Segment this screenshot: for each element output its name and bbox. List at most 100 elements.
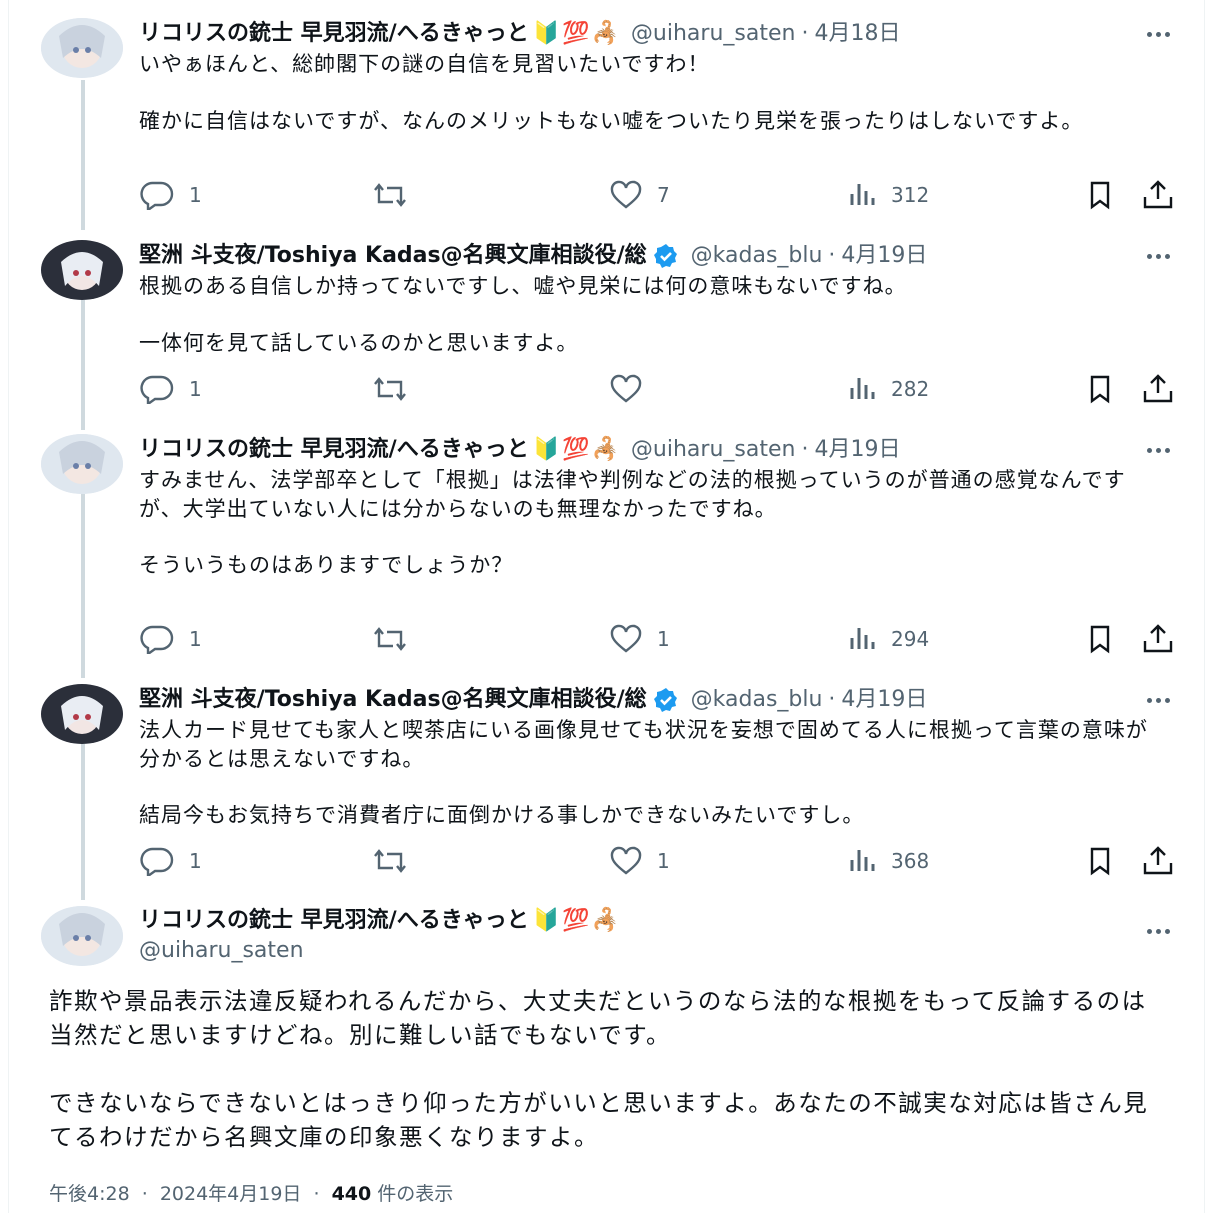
separator: · [141, 1183, 148, 1205]
user-handle[interactable]: @kadas_blu [691, 241, 823, 271]
bookmark-button[interactable] [1085, 622, 1115, 656]
retweet-button[interactable] [371, 844, 423, 878]
retweet-button[interactable] [371, 178, 423, 212]
thread-line [81, 300, 85, 430]
view-count: 440 [331, 1183, 372, 1205]
view-count: 368 [891, 849, 930, 873]
bookmark-button[interactable] [1085, 844, 1115, 878]
bookmark-button[interactable] [1085, 178, 1115, 212]
views-button[interactable]: 294 [847, 622, 929, 656]
display-name[interactable]: リコリスの銃士 早見羽流/へるきゃっと [139, 435, 529, 465]
avatar[interactable] [41, 18, 123, 78]
bookmark-icon [1090, 625, 1110, 654]
retweet-icon [374, 627, 406, 651]
scorpion-icon: 🦂 [591, 21, 619, 46]
like-button[interactable]: 7 [609, 178, 670, 212]
views-button[interactable]: 312 [847, 178, 929, 212]
share-icon [1143, 374, 1173, 403]
display-name[interactable]: リコリスの銃士 早見羽流/へるきゃっと [139, 906, 529, 936]
tweet-meta: 午後4:28 · 2024年4月19日 · 440 件の表示 [49, 1180, 453, 1208]
user-handle[interactable]: @kadas_blu [691, 685, 823, 715]
avatar[interactable] [41, 434, 123, 494]
tweet-header: 堅洲 斗支夜/Toshiya Kadas@名興文庫相談役/総 @kadas_bl… [139, 683, 1186, 717]
tweet-full-date[interactable]: 2024年4月19日 [160, 1183, 302, 1205]
tweet-actions: 1 7 312 [139, 178, 1173, 212]
share-button[interactable] [1141, 178, 1175, 212]
user-handle[interactable]: @uiharu_saten [139, 936, 304, 966]
tweet-actions: 1 1 368 [139, 844, 1173, 878]
view-count: 312 [891, 183, 930, 207]
share-button[interactable] [1141, 622, 1175, 656]
share-icon [1143, 180, 1173, 209]
tweet-paragraph: 根拠のある自信しか持ってないですし、嘘や見栄には何の意味もないですね。 [139, 274, 907, 298]
tweet-date[interactable]: 4月18日 [814, 19, 900, 49]
hundred-points-icon: 💯 [562, 437, 590, 462]
bookmark-icon [1090, 181, 1110, 210]
tweet-actions: 1 1 294 [139, 622, 1173, 656]
like-count: 1 [657, 849, 670, 873]
view-count: 282 [891, 377, 930, 401]
separator: · [828, 687, 836, 712]
retweet-button[interactable] [371, 622, 423, 656]
tweet-time[interactable]: 午後4:28 [49, 1183, 130, 1205]
tweet-paragraph: 法人カード見せても家人と喫茶店にいる画像見せても状況を妄想で固めてる人に根拠って… [139, 718, 1148, 771]
views-label: 件の表示 [377, 1183, 454, 1205]
separator: · [828, 243, 836, 268]
more-icon[interactable] [1140, 435, 1176, 465]
tweet-paragraph: 詐欺や景品表示法違反疑われるんだから、大丈夫だというのなら法的な根拠をもって反論… [49, 987, 1147, 1049]
more-icon[interactable] [1140, 685, 1176, 715]
beginner-badge-icon: 🔰 [532, 908, 561, 933]
like-icon [610, 624, 642, 653]
more-icon[interactable] [1140, 241, 1176, 271]
tweet-date[interactable]: 4月19日 [814, 435, 900, 465]
display-name[interactable]: 堅洲 斗支夜/Toshiya Kadas@名興文庫相談役/総 [139, 685, 647, 715]
scorpion-icon: 🦂 [591, 437, 619, 462]
display-name[interactable]: リコリスの銃士 早見羽流/へるきゃっと [139, 19, 529, 49]
separator: · [801, 437, 809, 462]
bookmark-icon [1090, 375, 1110, 404]
views-button[interactable]: 282 [847, 372, 929, 406]
share-button[interactable] [1141, 372, 1175, 406]
bookmark-icon [1090, 847, 1110, 876]
timeline: リコリスの銃士 早見羽流/へるきゃっと 🔰 💯 🦂 @uiharu_saten · … [8, 0, 1205, 1213]
tweet-date[interactable]: 4月19日 [841, 241, 927, 271]
tweet-text: 根拠のある自信しか持ってないですし、嘘や見栄には何の意味もないですね。 一体何を… [139, 272, 1158, 357]
like-icon [610, 846, 642, 875]
views-icon [850, 850, 875, 871]
views-button[interactable]: 368 [847, 844, 929, 878]
like-button[interactable]: 1 [609, 844, 670, 878]
bookmark-button[interactable] [1085, 372, 1115, 406]
tweet-header: 堅洲 斗支夜/Toshiya Kadas@名興文庫相談役/総 @kadas_bl… [139, 239, 1186, 273]
more-icon[interactable] [1140, 19, 1176, 49]
avatar[interactable] [41, 906, 123, 966]
tweet-paragraph: 結局今もお気持ちで消費者庁に面倒かける事しかできないみたいですし。 [139, 803, 865, 827]
user-handle[interactable]: @uiharu_saten [631, 19, 796, 49]
like-count: 1 [657, 627, 670, 651]
tweet-text: すみません、法学部卒として「根拠」は法律や判例などの法的根拠っていうのが普通の感… [139, 466, 1158, 580]
user-handle[interactable]: @uiharu_saten [631, 435, 796, 465]
avatar[interactable] [41, 684, 123, 744]
retweet-button[interactable] [371, 372, 423, 406]
thread-line [81, 80, 85, 230]
name-badges: 🔰 💯 🦂 [533, 19, 619, 49]
reply-button[interactable]: 1 [139, 622, 202, 656]
tweet-header: リコリスの銃士 早見羽流/へるきゃっと 🔰 💯 🦂 @uiharu_saten · … [139, 433, 1186, 467]
reply-icon [140, 181, 174, 210]
more-icon[interactable] [1140, 916, 1176, 946]
display-name[interactable]: 堅洲 斗支夜/Toshiya Kadas@名興文庫相談役/総 [139, 241, 647, 271]
reply-button[interactable]: 1 [139, 178, 202, 212]
share-button[interactable] [1141, 844, 1175, 878]
verified-badge-icon [653, 244, 677, 268]
views-icon [850, 378, 875, 399]
reply-count: 1 [189, 849, 202, 873]
like-button[interactable]: 1 [609, 622, 670, 656]
thread-line [81, 744, 85, 900]
like-count: 7 [657, 183, 670, 207]
like-icon [610, 180, 642, 209]
reply-button[interactable]: 1 [139, 844, 202, 878]
avatar[interactable] [41, 240, 123, 300]
reply-button[interactable]: 1 [139, 372, 202, 406]
reply-count: 1 [189, 377, 202, 401]
tweet-date[interactable]: 4月19日 [841, 685, 927, 715]
like-button[interactable] [609, 372, 657, 406]
